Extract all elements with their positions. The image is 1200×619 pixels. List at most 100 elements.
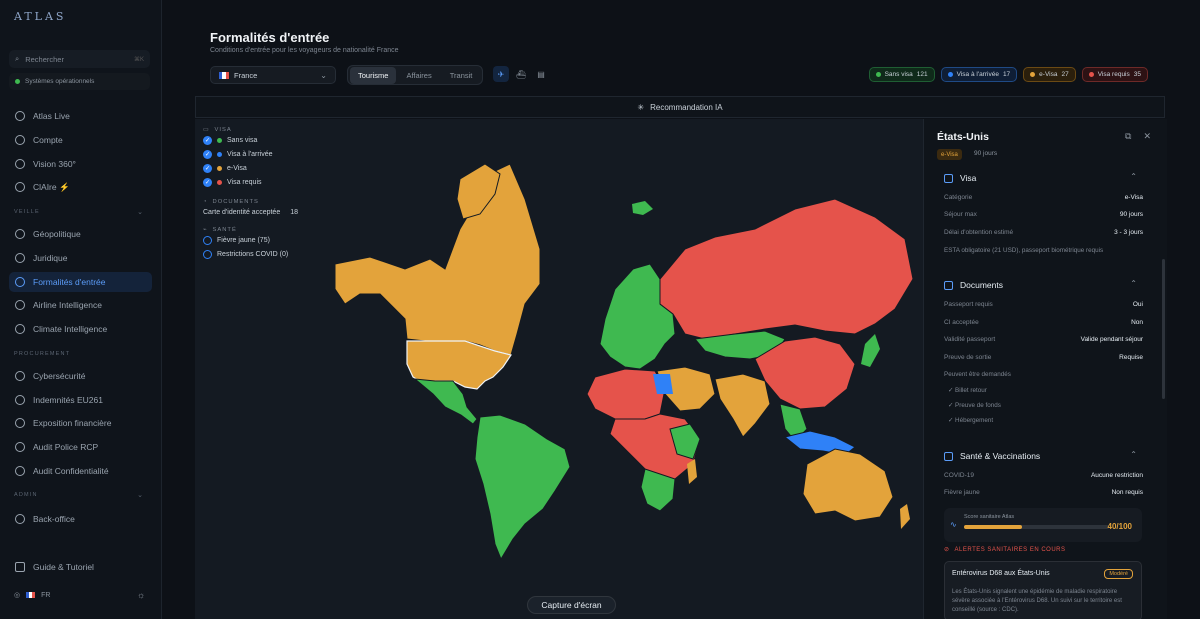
sidebar-item-geopolitique[interactable]: Géopolitique <box>9 224 152 244</box>
chevron-up-icon[interactable]: ⌃ <box>1130 172 1137 181</box>
chevron-up-icon[interactable]: ⌃ <box>1130 279 1137 288</box>
blue-dot-icon <box>217 151 222 157</box>
sidebar-item-compte[interactable]: Compte <box>9 130 152 150</box>
legend-item-covid[interactable]: Restrictions COVID (0) <box>203 247 298 261</box>
syringe-icon: ⌁ <box>203 227 208 233</box>
sidebar-item-guide[interactable]: Guide & Tutoriel <box>9 557 152 577</box>
search-icon: ⌕ <box>15 54 20 63</box>
legend-item-id-card[interactable]: Carte d'identité acceptée 18 <box>203 205 298 219</box>
section-documents[interactable]: Documents <box>944 280 1003 290</box>
page-title: Formalités d'entrée <box>210 30 330 45</box>
section-health[interactable]: Santé & Vaccinations <box>944 451 1040 461</box>
sidebar-item-airline[interactable]: Airline Intelligence <box>9 295 152 315</box>
copy-icon[interactable]: ⧉ <box>1125 131 1131 142</box>
map-region-north-africa[interactable] <box>586 368 666 420</box>
sidebar-item-label: Indemnités EU261 <box>33 395 103 405</box>
tab-affaires[interactable]: Affaires <box>398 67 439 84</box>
chip-sans-visa[interactable]: Sans visa 121 <box>868 67 935 82</box>
sidebar-item-eu261[interactable]: Indemnités EU261 <box>9 390 152 410</box>
checkbox-icon[interactable]: ✓ <box>203 135 212 145</box>
sidebar-item-juridique[interactable]: Juridique <box>9 248 152 268</box>
row-value: e-Visa <box>1124 194 1143 201</box>
checkbox-icon[interactable]: ✓ <box>203 163 212 173</box>
close-icon[interactable]: ✕ <box>1143 131 1151 142</box>
sidebar-item-cyber[interactable]: Cybersécurité <box>9 366 152 386</box>
map-region-north-america[interactable] <box>334 163 541 356</box>
legend-count: 18 <box>290 208 299 216</box>
row-value: Valide pendant séjour <box>1080 336 1143 343</box>
chevron-down-icon[interactable]: ⌄ <box>137 208 143 216</box>
blue-dot-icon <box>947 72 953 77</box>
chip-evisa[interactable]: e-Visa 27 <box>1023 67 1076 82</box>
sidebar-item-audit-rcp[interactable]: Audit Police RCP <box>9 437 152 457</box>
sidebar-item-label: Audit Police RCP <box>33 442 99 452</box>
map-region-australia[interactable] <box>802 448 894 522</box>
sidebar-item-atlas-live[interactable]: Atlas Live <box>9 106 152 126</box>
legend-item-visa-requis[interactable]: ✓ Visa requis <box>203 175 298 189</box>
globe-icon: ◎ <box>14 592 21 599</box>
row-value: Oui <box>1132 301 1143 308</box>
checkbox-icon[interactable]: ✓ <box>203 177 212 187</box>
health-alert-card[interactable]: Entérovirus D68 aux États-Unis Modéré Le… <box>944 561 1142 619</box>
world-map[interactable]: ▭ VISA ✓ Sans visa ✓ Visa à l'arrivée ✓ e-Vi… <box>195 119 923 619</box>
plane-mode-icon[interactable]: ✈ <box>493 66 509 82</box>
sidebar-item-vision-360[interactable]: Vision 360° <box>9 154 152 174</box>
row-key: Preuve de sortie <box>944 354 992 361</box>
docs-row-exit-proof: Preuve de sortie Requise <box>944 354 1143 361</box>
sidebar-item-formalites[interactable]: Formalités d'entrée <box>9 272 152 292</box>
chip-visa-arrivee[interactable]: Visa à l'arrivée 17 <box>940 67 1018 82</box>
chip-visa-requis[interactable]: Visa requis 35 <box>1081 67 1148 82</box>
screenshot-button[interactable]: Capture d'écran <box>527 596 616 614</box>
map-region-india[interactable] <box>714 373 771 438</box>
sidebar-item-claire[interactable]: ClAIre ⚡ <box>9 177 152 197</box>
visa-row-max-stay: Séjour max 90 jours <box>944 211 1143 218</box>
euro-icon <box>15 395 25 405</box>
panel-scrollbar[interactable] <box>1162 259 1165 399</box>
sidebar-item-climate[interactable]: Climate Intelligence <box>9 319 152 339</box>
shield-check-icon <box>15 442 25 452</box>
row-key: COVID-19 <box>944 472 974 479</box>
docs-list-label: Preuve de fonds <box>955 402 1001 409</box>
map-region-south-america[interactable] <box>474 414 571 561</box>
section-title: Santé & Vaccinations <box>960 451 1041 461</box>
section-admin: ADMIN <box>14 492 38 498</box>
section-visa[interactable]: Visa <box>944 173 976 183</box>
ai-recommendation-banner[interactable]: ✳ Recommandation IA <box>195 96 1165 118</box>
tab-transit[interactable]: Transit <box>442 67 481 84</box>
legend-item-yellow-fever[interactable]: Fièvre jaune (75) <box>203 233 298 247</box>
language-switch[interactable]: ◎ FR <box>14 591 50 600</box>
green-dot-icon <box>875 72 881 77</box>
radio-icon[interactable] <box>203 249 212 259</box>
ship-mode-icon[interactable]: ⛴ <box>513 66 529 82</box>
docs-list-label: Billet retour <box>955 387 987 394</box>
chevron-down-icon[interactable]: ⌄ <box>137 491 143 499</box>
radio-icon[interactable] <box>203 235 212 245</box>
theme-toggle-icon[interactable]: ☼ <box>137 590 145 600</box>
sidebar-item-audit-conf[interactable]: Audit Confidentialité <box>9 461 152 481</box>
map-region-japan[interactable] <box>861 334 880 367</box>
search-input[interactable]: ⌕ Rechercher ⌘K <box>9 50 150 68</box>
atlas-logo: ATLAS <box>14 10 67 23</box>
map-region-iceland[interactable] <box>632 201 653 215</box>
chip-count: 27 <box>1061 71 1069 78</box>
chevron-up-icon[interactable]: ⌃ <box>1130 450 1137 459</box>
world-map-svg[interactable] <box>195 119 923 619</box>
sidebar-item-exposition[interactable]: Exposition financière <box>9 413 152 433</box>
row-key: Séjour max <box>944 211 977 218</box>
legend-label: Sans visa <box>227 136 258 144</box>
legend-item-sans-visa[interactable]: ✓ Sans visa <box>203 133 298 147</box>
users-icon <box>15 514 25 524</box>
map-region-russia[interactable] <box>659 198 914 340</box>
map-legend: ▭ VISA ✓ Sans visa ✓ Visa à l'arrivée ✓ e-Vi… <box>203 127 298 261</box>
tab-tourisme[interactable]: Tourisme <box>350 66 397 84</box>
legend-item-evisa[interactable]: ✓ e-Visa <box>203 161 298 175</box>
sidebar-item-backoffice[interactable]: Back-office <box>9 509 152 529</box>
checkbox-icon[interactable]: ✓ <box>203 149 212 159</box>
nationality-select[interactable]: France ⌄ <box>210 66 336 84</box>
train-mode-icon[interactable]: ▤ <box>533 66 549 82</box>
map-region-new-zealand[interactable] <box>900 504 910 529</box>
sidebar-item-label: Airline Intelligence <box>33 300 102 310</box>
docs-list-item: ✓ Billet retour <box>948 387 987 394</box>
legend-item-visa-arrivee[interactable]: ✓ Visa à l'arrivée <box>203 147 298 161</box>
sidebar-item-label: Back-office <box>33 514 75 524</box>
